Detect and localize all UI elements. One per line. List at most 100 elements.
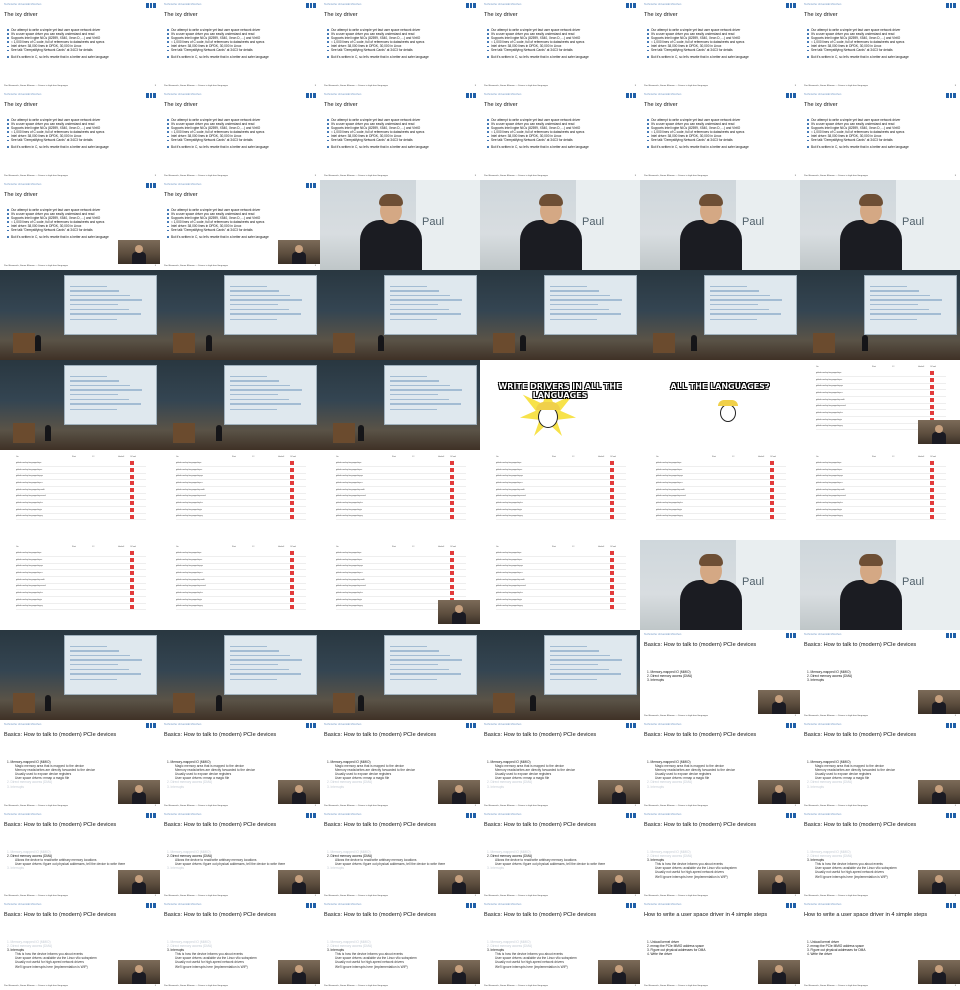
table-header-cell: Haskell [118,546,125,548]
speaker-inset [118,780,160,804]
repo-link: github.com/ixy-languages/ixy.hs [336,502,363,505]
slide-body: Our attempt to write a simple yet fast u… [487,118,637,149]
table-header-cell: C# [732,456,735,458]
slide-title: Basics: How to talk to (modern) PCIe dev… [4,912,117,918]
projected-line [70,285,107,287]
tum-logo-icon [946,723,957,728]
repo-link: github.com/ixy-languages/ixy.swift [816,398,845,401]
frame-thumbnail [320,630,480,720]
speaker-closeup-frame: Paul [480,180,640,270]
meme-hair [718,400,738,406]
table-row: github.com/ixy-languages/ixy.go [336,474,466,481]
podium [492,693,516,713]
repo-link: github.com/ixy-languages/ixy.swift [816,488,845,491]
projected-line [230,668,290,670]
slide-title: The ixy driver [484,12,518,18]
table-row: github.com/ixy-languages/ixy.js [496,597,626,604]
projected-slide [224,275,317,335]
projected-line [390,389,463,391]
repo-link: github.com/ixy-languages/ixy.go [496,475,523,478]
table-header-cell: Go [176,546,179,548]
slide-footer-page: 3 [794,85,796,87]
repo-link: github.com/ixy-languages/ixy.py [16,515,43,518]
tum-logo-icon [786,813,797,818]
status-marker [930,411,934,416]
tum-logo-icon [146,903,157,908]
table-row: github.com/ixy-languages/ixy.go [336,564,466,571]
speaker [35,335,42,351]
speaker-closeup-frame: Paul [800,180,960,270]
lecture-hall-frame [160,360,320,450]
status-marker [770,467,774,472]
tum-logo-icon [306,3,317,8]
speaker-hair [699,194,723,206]
table-row: github.com/ixy-languages/ixy.cs [496,480,626,488]
table-header-cell: C# [892,366,895,368]
table-header: Go Rust C# Haskell OCaml [336,456,466,458]
table-row: github.com/ixy-languages/ixy.py [16,514,146,521]
slide-footer: Paul Emmerich, Simon Ellmann — Drivers i… [164,175,316,177]
table-row: github.com/ixy-languages/ixy.rs [816,377,946,384]
slide-footer-page: 3 [954,895,956,897]
frame-thumbnail: Technische Universität München Paul Emmer… [160,810,320,900]
slide-footer: Paul Emmerich, Simon Ellmann — Drivers i… [324,85,476,87]
table-header-cell: Haskell [278,546,285,548]
frame-thumbnail: Technische Universität München Paul Emmer… [320,720,480,810]
table-header-cell: OCaml [610,546,616,548]
projected-slide [384,275,477,335]
table-row: github.com/ixy-languages/ixy.js [16,597,146,604]
status-marker [290,557,294,562]
slide-footer: Paul Emmerich, Simon Ellmann — Drivers i… [484,175,636,177]
status-marker [450,514,454,519]
table-row: github.com/ixy-languages/ixy.cs [656,480,786,488]
frame-thumbnail: Technische Universität München Paul Emmer… [320,900,480,990]
repo-link: github.com/ixy-languages/ixy.c [16,551,42,554]
table-row: github.com/ixy-languages/ixy.rs [816,467,946,474]
table-header-cell: C# [892,456,895,458]
slide-footer-page: 3 [314,895,316,897]
table-row: github.com/ixy-languages/ixy.js [176,507,306,514]
table-header: Go Rust C# Haskell OCaml [496,546,626,548]
projected-line [70,659,143,661]
table-row: github.com/ixy-languages/ixy.hs [496,500,626,508]
table-row: github.com/ixy-languages/ixy.swift [16,577,146,584]
table-header-cell: Haskell [758,456,765,458]
repo-link: github.com/ixy-languages/ixy.c [816,371,842,374]
table-header-cell: OCaml [610,456,616,458]
table-row: github.com/ixy-languages/ixy.swift [16,487,146,494]
slide-footer-left: Paul Emmerich, Simon Ellmann — Drivers i… [804,175,869,177]
slide-title: The ixy driver [644,102,678,108]
contact-sheet: Technische Universität München Paul Emmer… [0,0,960,990]
projected-line [230,384,291,387]
projected-line [390,380,439,382]
repo-link: github.com/ixy-languages/ixy.cs [496,572,523,575]
table-row: github.com/ixy-languages/ixy.c [816,370,946,377]
table-header: Go Rust C# Haskell OCaml [176,546,306,548]
projected-slide [64,635,157,695]
podium [12,333,36,353]
projected-line [390,299,463,301]
bullet: See talk "Demystifying Network Cards" at… [7,138,157,142]
lecture-hall-frame [0,360,160,450]
speaker-inset [118,960,160,984]
status-marker [130,597,134,602]
table-row: github.com/ixy-languages/ixy.swift [496,487,626,494]
speaker-inset [918,690,960,714]
projected-line [390,398,450,400]
table-row: github.com/ixy-languages/ixy.js [496,507,626,514]
tum-logo-icon [466,93,477,98]
status-marker [290,564,294,569]
table-row: github.com/ixy-languages/ixy.ocaml [816,404,946,411]
status-marker [610,461,614,466]
status-marker [930,377,934,382]
repo-link: github.com/ixy-languages/ixy.py [176,515,203,518]
frame-thumbnail: Go Rust C# Haskell OCaml github.com/ixy-langu… [320,450,480,540]
table-header-cell: Go [176,456,179,458]
slide-footer-left: Paul Emmerich, Simon Ellmann — Drivers i… [324,85,389,87]
slide-footer-left: Paul Emmerich, Simon Ellmann — Drivers i… [804,715,869,717]
bullet: See talk "Demystifying Network Cards" at… [647,138,797,142]
slide-footer-page: 3 [314,85,316,87]
status-marker [930,501,934,506]
bullet: See talk "Demystifying Network Cards" at… [487,138,637,142]
bullet: But it's written in C, so let's rewrite … [7,235,157,239]
